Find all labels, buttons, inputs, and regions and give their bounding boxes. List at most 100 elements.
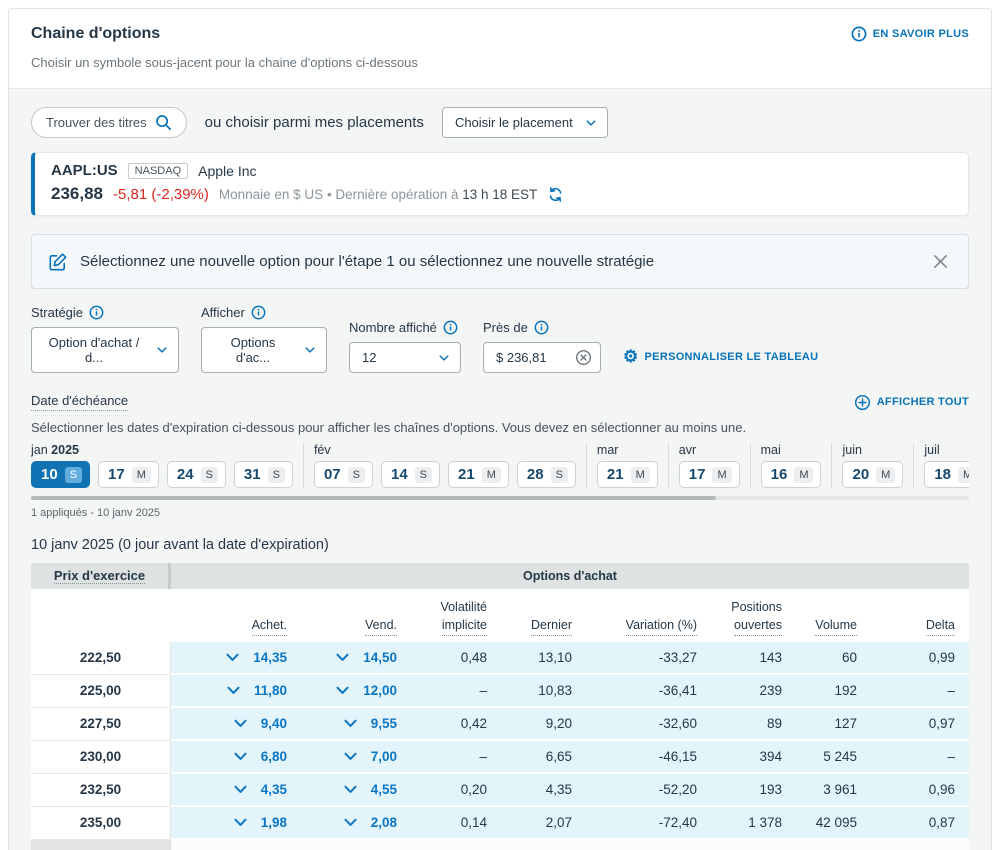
bid-cell[interactable]: 11,80 [171, 675, 301, 708]
page-header: Chaine d'options EN SAVOIR PLUS Choisir … [9, 9, 991, 89]
month-label: juil [924, 443, 969, 457]
option-row: 222,5014,3514,500,4813,10-33,27143600,99 [31, 642, 969, 675]
expiry-chip[interactable]: 31S [234, 461, 293, 488]
chevron-down-icon [343, 782, 358, 797]
ask-cell[interactable]: 7,00 [301, 741, 411, 774]
option-row: 225,0011,8012,00–10,83-36,41239192– [31, 675, 969, 708]
ask-cell[interactable]: 14,50 [301, 642, 411, 675]
iv-cell: 0,48 [411, 642, 501, 675]
learn-more-link[interactable]: EN SAVOIR PLUS [851, 26, 969, 42]
refresh-button[interactable] [547, 186, 564, 203]
chevron-down-icon [343, 815, 358, 830]
month-label: mar [597, 443, 658, 457]
show-all-button[interactable]: AFFICHER TOUT [854, 394, 969, 411]
change-cell: -33,27 [586, 642, 711, 675]
chip-day: 17 [108, 466, 125, 483]
expiry-chip[interactable]: 21M [448, 461, 509, 488]
expiry-chip[interactable]: 28S [517, 461, 576, 488]
find-securities-button[interactable]: Trouver des titres [31, 107, 187, 138]
options-chain-page: Chaine d'options EN SAVOIR PLUS Choisir … [8, 8, 992, 850]
bid-cell[interactable]: 4,35 [171, 774, 301, 807]
expiry-chip[interactable]: 17 M [98, 461, 159, 488]
exchange-badge: NASDAQ [128, 163, 188, 179]
chip-type-badge: M [132, 467, 151, 483]
stock-price: 236,88 [51, 184, 103, 204]
count-filter: Nombre affiché 12 [349, 320, 461, 373]
chevron-down-icon [156, 344, 168, 356]
chip-day: 17 [689, 466, 706, 483]
expiry-chip[interactable]: 21M [597, 461, 658, 488]
month-label: juin [842, 443, 903, 457]
customize-table-button[interactable]: ⚙ PERSONNALISER LE TABLEAU [623, 348, 818, 365]
expiry-scrollbar-thumb[interactable] [31, 496, 716, 500]
near-price-input[interactable]: $ 236,81 [483, 342, 601, 373]
change-cell: -46,15 [586, 741, 711, 774]
applied-dates-text: 1 appliqués - 10 janv 2025 [31, 507, 969, 519]
ask-cell[interactable]: 12,00 [301, 675, 411, 708]
month-label: mai [761, 443, 822, 457]
bid-cell[interactable]: 1,98 [171, 807, 301, 840]
ask-value: 4,55 [371, 782, 397, 797]
expiry-chip[interactable]: 07S [314, 461, 373, 488]
expiry-chip[interactable]: 24S [167, 461, 226, 488]
expiry-chip[interactable]: 18M [924, 461, 969, 488]
chevron-down-icon [233, 749, 248, 764]
count-select[interactable]: 12 [349, 342, 461, 373]
info-icon[interactable] [534, 320, 549, 335]
strike-price: 225,00 [31, 675, 171, 708]
chip-row: 20M [842, 461, 903, 488]
month-label: avr [679, 443, 740, 457]
volume-cell: 60 [796, 642, 871, 675]
symbol-search-row: Trouver des titres ou choisir parmi mes … [31, 103, 969, 140]
ask-value: 9,55 [371, 716, 397, 731]
info-icon[interactable] [251, 305, 266, 320]
placement-select-value: Choisir le placement [455, 115, 573, 130]
placement-select[interactable]: Choisir le placement [442, 107, 608, 138]
bid-cell[interactable]: 6,80 [171, 741, 301, 774]
bid-cell[interactable]: 14,35 [171, 642, 301, 675]
delta-cell: 0,96 [871, 774, 969, 807]
expiry-chip[interactable]: 16M [761, 461, 822, 488]
clear-near-button[interactable] [575, 349, 592, 366]
column-header-label: Achet. [252, 617, 287, 636]
last-cell: 2,07 [501, 807, 586, 840]
display-label: Afficher [201, 305, 245, 320]
info-icon[interactable] [89, 305, 104, 320]
expiry-chip[interactable]: 10S [31, 461, 90, 488]
strategy-select[interactable]: Option d'achat / d... [31, 327, 179, 373]
banner-message: Sélectionnez une nouvelle option pour l'… [80, 253, 917, 270]
table-subheader-row: Achet.Vend.VolatilitéimpliciteDernierVar… [31, 589, 969, 642]
table-group-header: Prix d'exercice Options d'achat [31, 563, 969, 589]
column-header-label: Vend. [365, 617, 397, 636]
column-header: Delta [871, 617, 969, 636]
plus-circle-icon [854, 394, 871, 411]
display-filter: Afficher Options d'ac... [201, 305, 327, 373]
strike-price: 230,00 [31, 741, 171, 774]
chevron-down-icon [304, 344, 316, 356]
ask-cell[interactable]: 9,55 [301, 708, 411, 741]
chip-type-badge: S [201, 467, 218, 483]
option-row: 230,006,807,00–6,65-46,153945 245– [31, 741, 969, 774]
open-interest-cell: 1 378 [711, 807, 796, 840]
expiry-chip[interactable]: 17M [679, 461, 740, 488]
bid-cell[interactable]: 9,40 [171, 708, 301, 741]
refresh-icon [547, 186, 564, 203]
delta-cell: 0,99 [871, 642, 969, 675]
month-label: fév [314, 443, 576, 457]
near-price-label: Près de 236,81 [31, 840, 171, 850]
column-header: Achet. [171, 617, 301, 636]
banner-close-button[interactable] [929, 250, 952, 273]
ask-cell[interactable]: 2,08 [301, 807, 411, 840]
chip-day: 10 [41, 466, 58, 483]
info-icon[interactable] [443, 320, 458, 335]
ask-cell[interactable]: 4,55 [301, 774, 411, 807]
expiry-chip[interactable]: 20M [842, 461, 903, 488]
near-filter: Près de $ 236,81 [483, 320, 601, 373]
open-interest-cell: 394 [711, 741, 796, 774]
chip-day: 18 [934, 466, 951, 483]
chip-day: 31 [244, 466, 261, 483]
display-select[interactable]: Options d'ac... [201, 327, 327, 373]
expiry-chip[interactable]: 14S [381, 461, 440, 488]
or-choose-text: ou choisir parmi mes placements [205, 114, 424, 131]
chip-type-badge: S [348, 467, 365, 483]
